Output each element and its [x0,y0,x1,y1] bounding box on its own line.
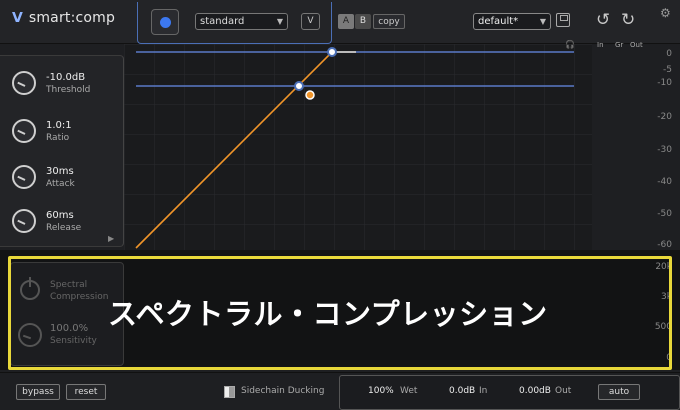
mode-select-value: standard [200,16,245,27]
threshold-handle[interactable] [294,81,304,91]
ratio-control[interactable]: 1.0:1 Ratio [12,115,72,147]
db-tick: -40 [657,177,672,187]
ratio-value: 1.0:1 [46,119,72,131]
power-indicator [159,16,171,28]
threshold-text: -10.0dB Threshold [46,72,90,95]
release-text: 60ms Release [46,210,81,233]
gear-icon[interactable]: ⚙ [660,6,671,20]
ratio-knob[interactable] [12,119,36,143]
ratio-text: 1.0:1 Ratio [46,120,72,143]
threshold-knob[interactable] [12,71,36,95]
reset-button[interactable]: reset [66,384,106,400]
headphones-icon[interactable]: 🎧 [565,40,575,49]
redo-icon[interactable]: ↻ [621,10,635,30]
logo-icon-button[interactable]: ꓦ [301,13,320,30]
meter-label-in: In [597,41,604,49]
app-name: smart:comp [28,10,116,26]
attack-control[interactable]: 30ms Attack [12,161,75,193]
expand-arrow-icon[interactable]: ▶ [108,234,114,243]
attack-label: Attack [46,178,75,189]
logo: ꓦ smart:comp [12,10,115,26]
release-knob[interactable] [12,209,36,233]
auto-button[interactable]: auto [598,384,640,400]
db-tick: -10 [657,78,672,88]
db-tick: -50 [657,209,672,219]
mode-select[interactable]: standard ▼ [195,13,288,30]
wet-value[interactable]: 100% [368,386,394,396]
ratio-label: Ratio [46,132,70,143]
bypass-button[interactable]: bypass [16,384,60,400]
out-label: Out [555,386,572,396]
preset-select[interactable]: default* ▼ [473,13,551,30]
chevron-down-icon: ▼ [539,17,546,26]
meter-label-gr: Gr [615,41,624,49]
overlay-caption: スペクトラル・コンプレッション [108,297,548,331]
release-control[interactable]: 60ms Release [12,205,81,237]
sidechain-label: Sidechain Ducking [241,386,325,396]
ab-a-button[interactable]: A [338,14,354,29]
ab-b-button[interactable]: B [355,14,371,29]
db-tick: -20 [657,112,672,122]
db-tick: 0 [666,49,672,59]
undo-icon[interactable]: ↺ [596,10,610,30]
release-label: Release [46,222,82,233]
threshold-control[interactable]: -10.0dB Threshold [12,67,90,99]
chevron-down-icon: ▼ [276,17,283,26]
signal-indicator [305,90,315,100]
db-tick: -5 [663,65,672,75]
db-tick: -60 [657,240,672,250]
in-value[interactable]: 0.0dB [449,386,475,396]
preset-select-value: default* [478,16,519,27]
threshold-value: -10.0dB [46,71,86,83]
attack-value: 30ms [46,165,74,177]
threshold-label: Threshold [46,84,91,95]
power-button[interactable] [151,9,179,35]
attack-knob[interactable] [12,165,36,189]
out-value[interactable]: 0.00dB [519,386,551,396]
save-icon[interactable] [556,13,570,27]
ceiling-handle[interactable] [327,47,337,57]
in-label: In [479,386,488,396]
release-value: 60ms [46,209,74,221]
sidechain-toggle[interactable] [224,386,235,398]
db-tick: -30 [657,145,672,155]
transfer-curve-graph[interactable] [124,44,592,250]
ab-copy-button[interactable]: copy [373,14,405,29]
wet-label: Wet [400,386,418,396]
meter-label-out: Out [630,41,643,49]
attack-text: 30ms Attack [46,166,75,189]
logo-icon: ꓦ [12,10,23,26]
